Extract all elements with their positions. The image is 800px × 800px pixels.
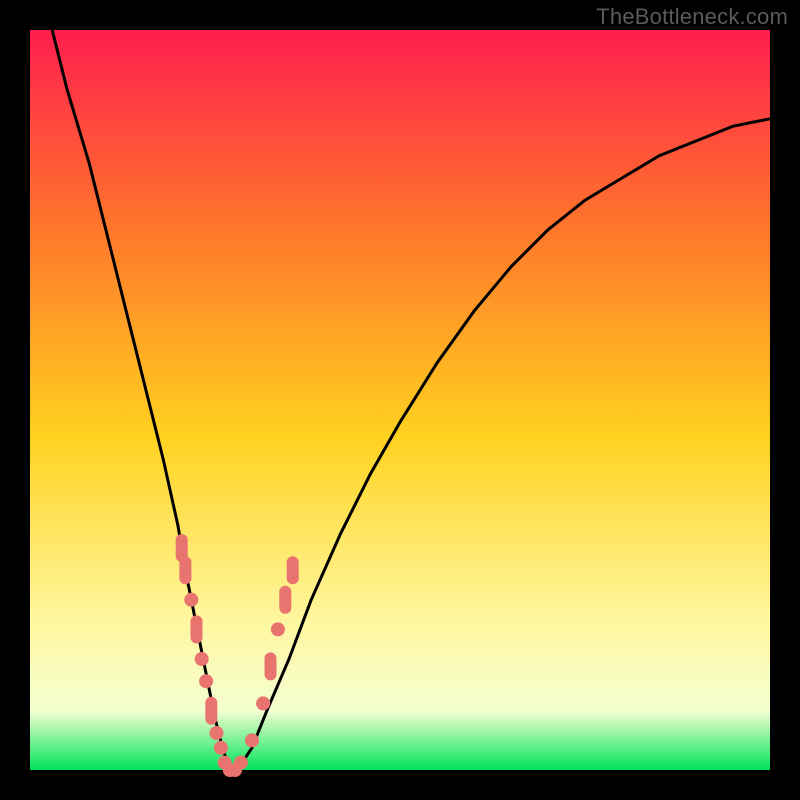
- plot-area: [30, 30, 770, 770]
- marker-dot: [184, 593, 198, 607]
- marker-capsule: [279, 586, 291, 614]
- marker-dot: [199, 674, 213, 688]
- curve-line: [52, 30, 770, 770]
- chart-frame: TheBottleneck.com: [0, 0, 800, 800]
- marker-dot: [195, 652, 209, 666]
- watermark-text: TheBottleneck.com: [596, 4, 788, 30]
- marker-capsule: [191, 615, 203, 643]
- marker-dot: [234, 756, 248, 770]
- marker-capsule: [287, 556, 299, 584]
- marker-capsule: [205, 697, 217, 725]
- marker-dot: [245, 733, 259, 747]
- bottleneck-curve: [30, 30, 770, 770]
- marker-dot: [271, 622, 285, 636]
- marker-dot: [210, 726, 224, 740]
- marker-dot: [256, 696, 270, 710]
- marker-capsule: [265, 652, 277, 680]
- curve-markers: [176, 534, 299, 777]
- marker-dot: [214, 741, 228, 755]
- marker-capsule: [179, 556, 191, 584]
